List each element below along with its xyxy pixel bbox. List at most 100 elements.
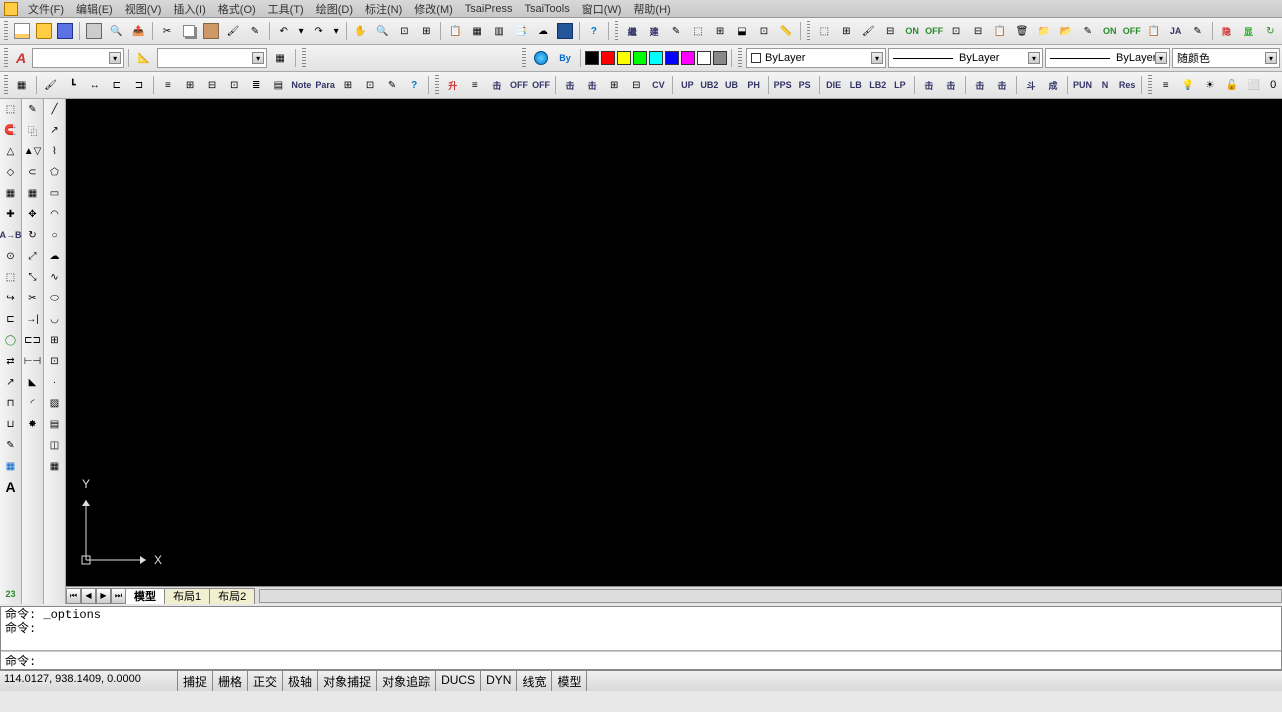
properties-button[interactable]: 📋 xyxy=(445,20,465,42)
drawing-area[interactable]: X Y xyxy=(66,99,1282,586)
tsai-tool-ja[interactable]: JA xyxy=(1166,20,1186,42)
tsai-c-lb2[interactable]: LB2 xyxy=(868,74,888,96)
vtool-16[interactable]: ⊔ xyxy=(1,414,21,434)
layer-color-combo[interactable]: ByLayer▾ xyxy=(746,48,886,68)
tsai-btn-b9[interactable]: ✎ xyxy=(382,74,402,96)
color-red[interactable] xyxy=(601,51,615,65)
markup-button[interactable]: ☁ xyxy=(533,20,553,42)
tsai-btn-b7[interactable]: ⊞ xyxy=(338,74,358,96)
tsai-tool-2[interactable]: 建 xyxy=(644,20,664,42)
tsai-hide-button[interactable]: 隐 xyxy=(1216,20,1236,42)
linetype-combo[interactable]: ByLayer▾ xyxy=(888,48,1043,68)
plotstyle-combo[interactable]: 随颜色▾ xyxy=(1172,48,1280,68)
redo-button[interactable]: ↷ xyxy=(309,20,329,42)
extend-button[interactable]: →| xyxy=(23,309,43,329)
vtool-2[interactable]: 🧲 xyxy=(1,120,21,140)
menu-modify[interactable]: 修改(M) xyxy=(408,0,459,18)
tool-palettes-button[interactable]: ▥ xyxy=(489,20,509,42)
tsai-tool-9[interactable]: ⬚ xyxy=(814,20,834,42)
vtool-12[interactable]: ◯ xyxy=(1,330,21,350)
zoom-prev-button[interactable]: ⊞ xyxy=(416,20,436,42)
tsai-c-lp[interactable]: LP xyxy=(890,74,910,96)
layer-freeze-icon[interactable]: ☀ xyxy=(1200,74,1220,96)
vtool-11[interactable]: ⊏ xyxy=(1,309,21,329)
tsai-tool-6[interactable]: ⬓ xyxy=(732,20,752,42)
move-button[interactable]: ✥ xyxy=(23,204,43,224)
menu-window[interactable]: 窗口(W) xyxy=(576,0,628,18)
insert-block-button[interactable]: ⊞ xyxy=(45,330,65,350)
tsai-c-up[interactable]: UP xyxy=(677,74,697,96)
menu-view[interactable]: 视图(V) xyxy=(119,0,168,18)
publish-button[interactable]: 📤 xyxy=(128,20,148,42)
vtool-5[interactable]: ▦ xyxy=(1,183,21,203)
zoom-window-button[interactable]: ⊡ xyxy=(394,20,414,42)
ellipse-arc-button[interactable]: ◡ xyxy=(45,309,65,329)
help-button[interactable]: ? xyxy=(584,20,604,42)
vtool-15[interactable]: ⊓ xyxy=(1,393,21,413)
tsai-c-die[interactable]: DIE xyxy=(824,74,844,96)
toolbar-grip[interactable] xyxy=(1148,75,1152,95)
region-button[interactable]: ◫ xyxy=(45,435,65,455)
cut-button[interactable]: ✂ xyxy=(157,20,177,42)
toolbar-grip[interactable] xyxy=(4,21,8,41)
tsai-grid-button[interactable]: ▦ xyxy=(12,74,32,96)
scale-button[interactable]: ⤢ xyxy=(23,246,43,266)
tsai-c-12[interactable]: 成 xyxy=(1043,74,1063,96)
tab-model[interactable]: 模型 xyxy=(125,588,165,604)
tab-prev-button[interactable]: ◀ xyxy=(81,588,96,604)
open-button[interactable] xyxy=(34,20,54,42)
vtool-num[interactable]: 23 xyxy=(1,584,21,604)
tsai-btn-a2[interactable]: ┗ xyxy=(63,74,83,96)
tsai-tool-20[interactable]: 📋 xyxy=(1144,20,1164,42)
tsai-btn-b6[interactable]: ▤ xyxy=(268,74,288,96)
new-button[interactable] xyxy=(12,20,32,42)
offset-button[interactable]: ⊂ xyxy=(23,162,43,182)
match-props-button[interactable]: 🖌 xyxy=(223,20,243,42)
globe-icon[interactable] xyxy=(530,47,552,69)
circle-button[interactable]: ○ xyxy=(45,225,65,245)
tsai-btn-note[interactable]: Note xyxy=(290,74,312,96)
plot-preview-button[interactable]: 🔍 xyxy=(106,20,126,42)
paste-button[interactable] xyxy=(201,20,221,42)
tsai-show-button[interactable]: 显 xyxy=(1238,20,1258,42)
by-layer-icon[interactable]: By xyxy=(554,47,576,69)
tsai-c-off1[interactable]: OFF xyxy=(509,74,529,96)
spline-button[interactable]: ∿ xyxy=(45,267,65,287)
toggle-grid[interactable]: 栅格 xyxy=(213,671,248,691)
toolbar-grip[interactable] xyxy=(615,21,619,41)
color-black[interactable] xyxy=(585,51,599,65)
trim-button[interactable]: ✂ xyxy=(23,288,43,308)
menu-edit[interactable]: 编辑(E) xyxy=(70,0,119,18)
tsai-c-2[interactable]: 击 xyxy=(487,74,507,96)
tsai-tool-on[interactable]: ON xyxy=(902,20,922,42)
tsai-c-9[interactable]: 击 xyxy=(970,74,990,96)
tablestyle-button[interactable]: ▦ xyxy=(269,47,291,69)
tsai-tool-5[interactable]: ⊞ xyxy=(710,20,730,42)
stretch-button[interactable]: ⤡ xyxy=(23,267,43,287)
vtool-text[interactable]: A xyxy=(1,477,21,497)
table-button[interactable]: ▦ xyxy=(45,456,65,476)
vtool-7[interactable]: A→B xyxy=(1,225,21,245)
tab-next-button[interactable]: ▶ xyxy=(96,588,111,604)
tsai-c-4[interactable]: 击 xyxy=(582,74,602,96)
toolbar-grip[interactable] xyxy=(807,21,811,41)
tsai-tool-17[interactable]: 📁 xyxy=(1034,20,1054,42)
tsai-tool-off2[interactable]: OFF xyxy=(1122,20,1142,42)
block-editor-button[interactable]: ✎ xyxy=(245,20,265,42)
menu-file[interactable]: 文件(F) xyxy=(22,0,70,18)
tsai-c-pps[interactable]: PPS xyxy=(773,74,793,96)
quickcalc-button[interactable] xyxy=(555,20,575,42)
toolbar-grip[interactable] xyxy=(4,48,8,68)
xline-button[interactable]: ↗ xyxy=(45,120,65,140)
tsai-c-res[interactable]: Res xyxy=(1117,74,1137,96)
tsai-c-ps[interactable]: PS xyxy=(795,74,815,96)
arc-button[interactable]: ◠ xyxy=(45,204,65,224)
revcloud-button[interactable]: ☁ xyxy=(45,246,65,266)
vtool-14[interactable]: ↗ xyxy=(1,372,21,392)
polygon-button[interactable]: ⬠ xyxy=(45,162,65,182)
color-magenta[interactable] xyxy=(681,51,695,65)
tsai-tool-off[interactable]: OFF xyxy=(924,20,944,42)
tsai-tool-1[interactable]: 繼 xyxy=(622,20,642,42)
explode-button[interactable]: ✸ xyxy=(23,414,43,434)
tsai-tool-on2[interactable]: ON xyxy=(1100,20,1120,42)
